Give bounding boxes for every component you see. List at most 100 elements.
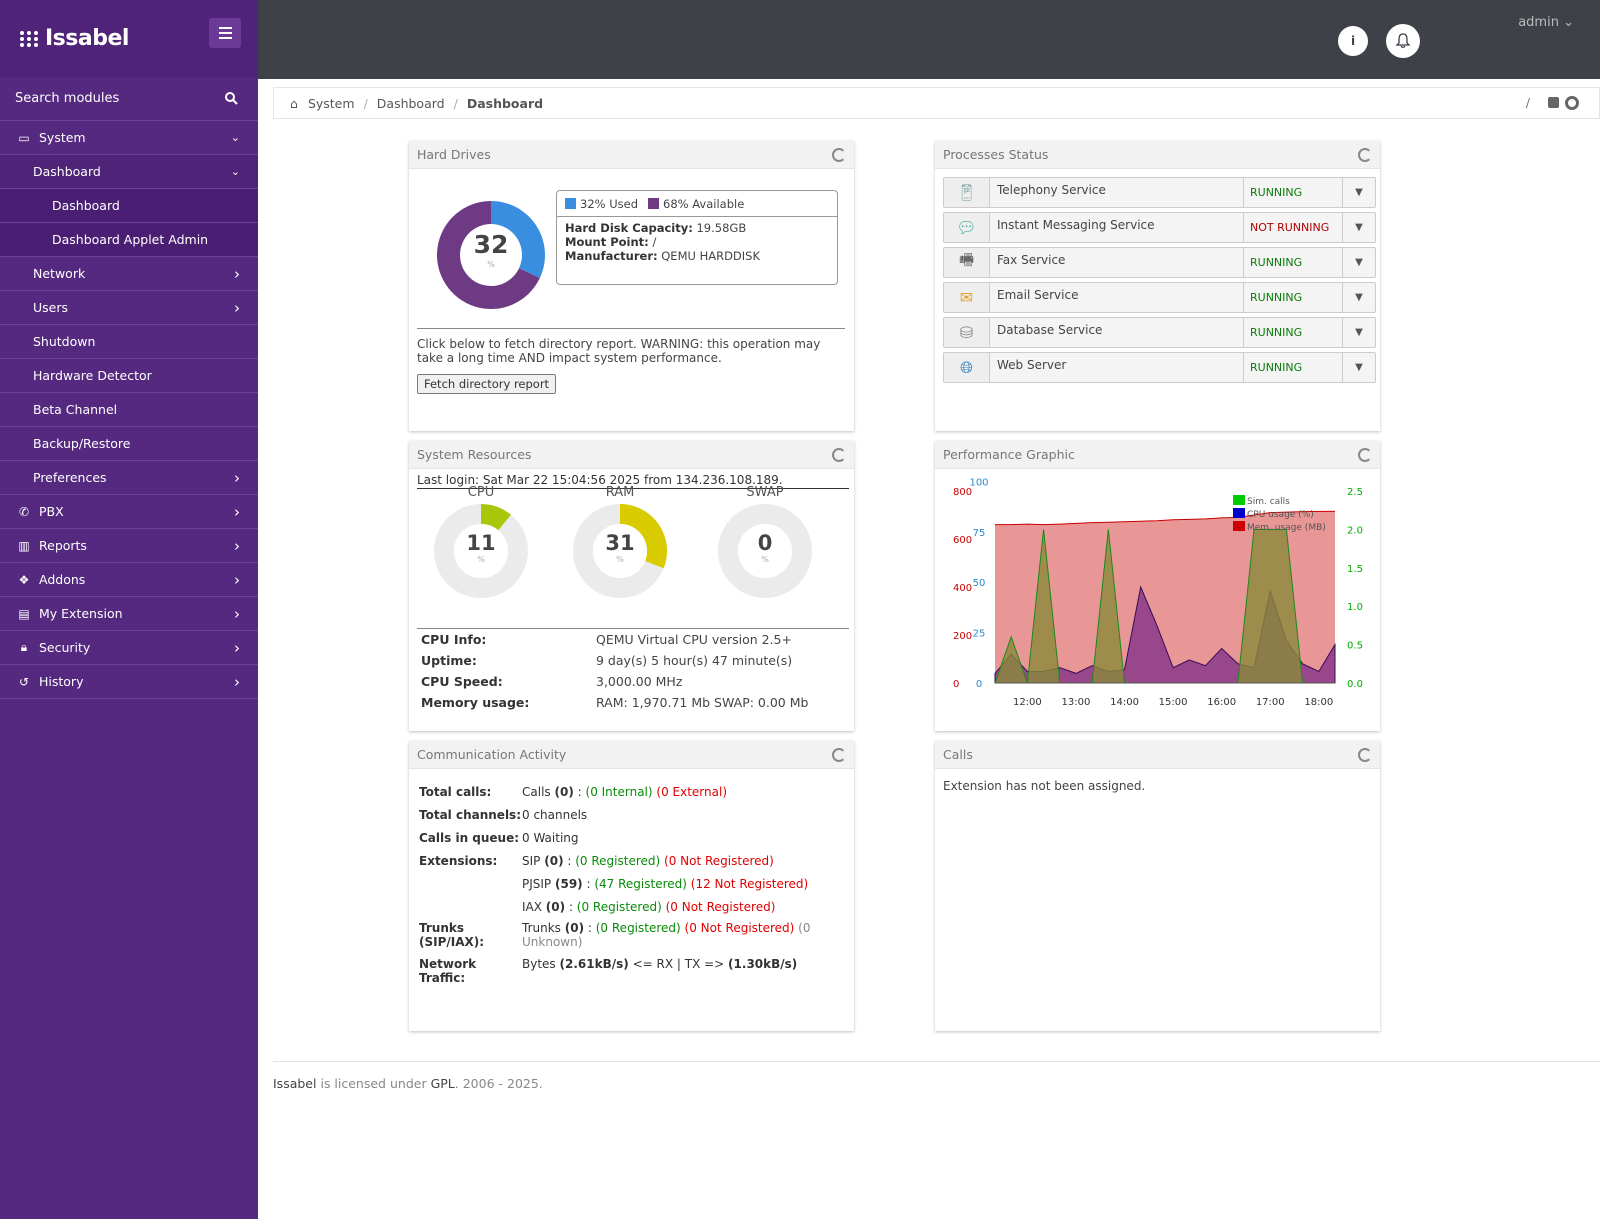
process-row: ✉ Email Service RUNNING ▼: [943, 282, 1376, 313]
total-calls-value: Calls (0) : (0 Internal) (0 External): [522, 785, 832, 808]
process-actions-dropdown[interactable]: ▼: [1343, 213, 1375, 242]
panel-title: Processes Status: [943, 147, 1049, 162]
traffic-separator: <= RX | TX =>: [632, 957, 725, 971]
sidebar-item-addons[interactable]: ❖ Addons ›: [0, 563, 258, 597]
caret-down-icon: ▼: [1355, 187, 1363, 198]
sidebar-item-security[interactable]: 🔒︎ Security ›: [0, 631, 258, 665]
total-channels-row: Total channels: 0 channels: [419, 808, 832, 831]
refresh-icon[interactable]: [832, 447, 846, 462]
sidebar-item-pbx[interactable]: ✆ PBX ›: [0, 495, 258, 529]
menu-toggle-button[interactable]: [209, 18, 241, 48]
total-channels-label: Total channels:: [419, 808, 521, 822]
gauge-label: CPU: [467, 485, 495, 500]
process-name: Email Service: [990, 283, 1244, 312]
extensions-list: SIP (0) : (0 Registered) (0 Not Register…: [522, 854, 832, 923]
sidebar-item-hardware-detector[interactable]: Hardware Detector: [0, 359, 258, 393]
system-info-row: Memory usage: RAM: 1,970.71 Mb SWAP: 0.00…: [421, 692, 808, 713]
calls-prefix: Calls: [522, 785, 551, 799]
search-icon[interactable]: [225, 92, 238, 105]
system-info-row: CPU Speed: 3,000.00 MHz: [421, 671, 808, 692]
breadcrumb-separator: /: [453, 95, 458, 111]
process-name: Telephony Service: [990, 178, 1244, 207]
traffic-prefix: Bytes: [522, 957, 556, 971]
process-actions-dropdown[interactable]: ▼: [1343, 248, 1375, 277]
sidebar-item-users[interactable]: Users ›: [0, 291, 258, 325]
logo[interactable]: Issabel: [20, 26, 129, 51]
panel-title: Communication Activity: [417, 747, 567, 762]
panel-title: System Resources: [417, 447, 532, 462]
bell-icon[interactable]: [1386, 24, 1420, 58]
extension-type: SIP: [522, 854, 541, 868]
gauge-label: SWAP: [746, 485, 784, 500]
sidebar-item-dashboard-applet-admin[interactable]: Dashboard Applet Admin: [0, 223, 258, 257]
sidebar-item-preferences[interactable]: Preferences ›: [0, 461, 258, 495]
globe-icon: 🌐︎: [944, 353, 990, 382]
trunks-label: Trunks (SIP/IAX):: [419, 921, 485, 949]
communication-table: Total calls: Calls (0) : (0 Internal) (0…: [419, 785, 832, 985]
system-resources-panel: System Resources Last login: Sat Mar 22 …: [409, 441, 854, 731]
process-actions-dropdown[interactable]: ▼: [1343, 178, 1375, 207]
sidebar-nav: ▭ System ⌄ Dashboard ⌄ Dashboard Dashboard App…: [0, 121, 258, 699]
refresh-icon[interactable]: [1358, 447, 1372, 462]
network-traffic-label: Network Traffic:: [419, 957, 477, 985]
process-actions-dropdown[interactable]: ▼: [1343, 283, 1375, 312]
sidebar-item-system[interactable]: ▭ System ⌄: [0, 121, 258, 155]
process-name: Instant Messaging Service: [990, 213, 1244, 242]
used-swatch: [565, 197, 576, 209]
legend-label: Mem. usage (MB): [1247, 523, 1326, 533]
refresh-icon[interactable]: [832, 747, 846, 762]
panel-header: Hard Drives: [409, 141, 854, 169]
process-row: 🌐︎ Web Server RUNNING ▼: [943, 352, 1376, 383]
process-actions-dropdown[interactable]: ▼: [1343, 353, 1375, 382]
y-right-tick-label: 0.5: [1347, 641, 1363, 652]
fetch-directory-report-button[interactable]: Fetch directory report: [417, 374, 557, 394]
search-modules[interactable]: Search modules: [0, 77, 258, 121]
sidebar-item-label: History: [39, 674, 84, 689]
trunks-registered: (0 Registered): [595, 921, 681, 935]
breadcrumb-item[interactable]: System: [308, 96, 355, 111]
x-tick-label: 17:00: [1256, 697, 1285, 708]
refresh-icon[interactable]: [832, 147, 846, 162]
processes-status-panel: Processes Status 📱︎ Telephony Service RUNN…: [935, 141, 1380, 431]
sidebar-item-label: Addons: [39, 572, 86, 587]
process-actions-dropdown[interactable]: ▼: [1343, 318, 1375, 347]
bookmark-icon[interactable]: [1548, 97, 1559, 108]
home-icon[interactable]: ⌂: [290, 96, 298, 111]
lock-icon: 🔒︎: [20, 640, 28, 654]
sidebar-item-network[interactable]: Network ›: [0, 257, 258, 291]
footer-brand-link[interactable]: Issabel: [273, 1076, 316, 1091]
refresh-icon[interactable]: [1358, 747, 1372, 762]
chat-bubbles-icon: 💬︎: [944, 213, 990, 242]
sidebar-item-beta-channel[interactable]: Beta Channel: [0, 393, 258, 427]
help-lifebuoy-icon[interactable]: [1565, 95, 1579, 110]
legend-label: CPU usage (%): [1247, 510, 1314, 520]
footer-license-link[interactable]: GPL: [431, 1076, 455, 1091]
process-row: 🖷 Fax Service RUNNING ▼: [943, 247, 1376, 278]
database-icon: ⛁: [944, 318, 990, 347]
y-right-tick-label: 2.0: [1347, 525, 1363, 536]
sidebar-item-history[interactable]: ↺ History ›: [0, 665, 258, 699]
sidebar-item-dashboard[interactable]: Dashboard ⌄: [0, 155, 258, 189]
user-menu[interactable]: admin ⌄: [1518, 15, 1574, 30]
x-tick-label: 12:00: [1013, 697, 1042, 708]
disk-usage-value: 32: [473, 230, 509, 259]
info-icon[interactable]: i: [1338, 26, 1368, 56]
process-status: RUNNING: [1244, 283, 1343, 312]
refresh-icon[interactable]: [1358, 147, 1372, 162]
sidebar-item-dashboard[interactable]: Dashboard: [0, 189, 258, 223]
sidebar-item-reports[interactable]: ▥ Reports ›: [0, 529, 258, 563]
y-left-tick-label: 400: [953, 583, 972, 594]
legend-used-label: 32% Used: [580, 196, 638, 211]
sidebar-item-backup-restore[interactable]: Backup/Restore: [0, 427, 258, 461]
sidebar-item-my-extension[interactable]: ▤ My Extension ›: [0, 597, 258, 631]
process-status: NOT RUNNING: [1244, 213, 1343, 242]
caret-down-icon: ▼: [1355, 222, 1363, 233]
directory-report-warning: Click below to fetch directory report. W…: [417, 337, 821, 365]
extension-registered: (0 Registered): [575, 854, 661, 868]
breadcrumb-item[interactable]: Dashboard: [377, 96, 445, 111]
sidebar-item-label: Dashboard: [52, 198, 120, 213]
sidebar-item-shutdown[interactable]: Shutdown: [0, 325, 258, 359]
hard-drives-panel: Hard Drives 32 % 32% Used 68% Available …: [409, 141, 854, 431]
chevron-right-icon: ›: [234, 638, 240, 657]
total-calls-label: Total calls:: [419, 785, 492, 799]
